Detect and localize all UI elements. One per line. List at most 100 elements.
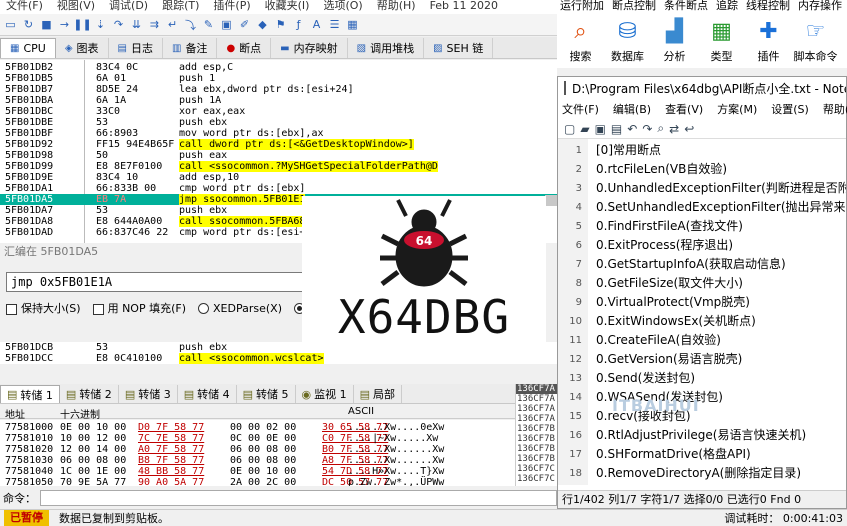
- disasm-row[interactable]: 5FB01D92 FF15 94E4B65F call dword ptr ds:[…: [0, 139, 557, 150]
- disasm-row[interactable]: 5FB01D9E 83C4 10 add esp,10: [0, 172, 557, 183]
- text-line[interactable]: 10 0.ExitWindowsEx(关机断点): [558, 312, 846, 331]
- tab-cpu[interactable]: ▦ CPU: [0, 38, 56, 58]
- stack-row[interactable]: 136CF7B: [516, 444, 557, 454]
- dump-tab[interactable]: ▤ 转储 1: [0, 385, 60, 403]
- calc-icon[interactable]: ▦: [345, 17, 360, 32]
- open-icon[interactable]: ▭: [3, 17, 18, 32]
- notepad-menu-item[interactable]: 方案(M): [717, 101, 757, 117]
- stack-row[interactable]: 136CF7C: [516, 474, 557, 484]
- stack-row[interactable]: 136CF7C: [516, 464, 557, 474]
- restart-icon[interactable]: ↻: [21, 17, 36, 32]
- dump-tab[interactable]: ▤ 转储 5: [237, 385, 296, 403]
- menu-item[interactable]: 插件(P): [213, 0, 250, 14]
- tab-log[interactable]: ▤ 日志: [109, 38, 163, 58]
- disasm-row[interactable]: 5FB01DBF 66:8903 mov word ptr ds:[ebx],ax: [0, 128, 557, 139]
- function-icon[interactable]: ƒ: [291, 17, 306, 32]
- tool-script[interactable]: ☞ 脚本命令: [792, 14, 839, 68]
- xedparse-radio[interactable]: XEDParse(X): [198, 302, 282, 315]
- dump-tab[interactable]: ◉ 监视 1: [296, 385, 354, 403]
- text-line[interactable]: 7 0.GetStartupInfoA(获取启动信息): [558, 255, 846, 274]
- dump-tab[interactable]: ▤ 转储 3: [119, 385, 178, 403]
- stack-row[interactable]: 136CF7A: [516, 384, 557, 394]
- dump-row[interactable]: 77581000 0E 00 10 00 D0 7F 58 77 00 00 02 0…: [0, 422, 515, 433]
- replace-icon[interactable]: ⇄: [669, 122, 679, 136]
- new-file-icon[interactable]: ▢: [564, 122, 575, 136]
- text-line[interactable]: 12 0.GetVersion(易语言脱壳): [558, 350, 846, 369]
- patch-icon[interactable]: ▣: [219, 17, 234, 32]
- comment-icon[interactable]: ✐: [237, 17, 252, 32]
- notepad-menu-item[interactable]: 帮助(H): [823, 101, 847, 117]
- stack-row[interactable]: 136CF7A: [516, 394, 557, 404]
- text-line[interactable]: 2 0.rtcFileLen(VB自效验): [558, 160, 846, 179]
- dump-row[interactable]: 77581020 12 00 14 00 A0 7F 58 77 06 00 08 0…: [0, 444, 515, 455]
- disasm-row[interactable]: 5FB01DCC E8 0C410100 call <ssocommon.wcslc…: [0, 353, 557, 364]
- dump-tab[interactable]: ▤ 转储 2: [60, 385, 119, 403]
- menu-item[interactable]: 选项(O): [323, 0, 362, 14]
- run-icon[interactable]: →: [57, 17, 72, 32]
- text-line[interactable]: 11 0.CreateFileA(自效验): [558, 331, 846, 350]
- disasm-row[interactable]: 5FB01DBA 6A 1A push 1A: [0, 95, 557, 106]
- tool-search[interactable]: ⌕ 搜索: [557, 14, 604, 68]
- dump-tab[interactable]: ▤ 转储 4: [178, 385, 237, 403]
- menu-item[interactable]: 帮助(H): [377, 0, 416, 14]
- tab-seh[interactable]: ▨ SEH 链: [424, 38, 494, 58]
- tab-notes[interactable]: ▥ 备注: [163, 38, 218, 58]
- scylla-icon[interactable]: ✎: [201, 17, 216, 32]
- disasm-row[interactable]: 5FB01DA1 66:833B 00 cmp word ptr ds:[ebx]: [0, 183, 557, 194]
- plugin-menu-item[interactable]: 线程控制: [746, 0, 790, 14]
- run-to-user-code-icon[interactable]: ⤵: [183, 17, 198, 32]
- text-line[interactable]: 14 0.WSASend(发送封包): [558, 388, 846, 407]
- plugin-menu-item[interactable]: 内存操作: [798, 0, 842, 14]
- label-icon[interactable]: ◆: [255, 17, 270, 32]
- text-line[interactable]: 8 0.GetFileSize(取文件大小): [558, 274, 846, 293]
- tool-type[interactable]: ▦ 类型: [698, 14, 745, 68]
- disasm-row[interactable]: 5FB01DB7 8D5E 24 lea ebx,dword ptr ds:[esi…: [0, 84, 557, 95]
- text-line[interactable]: 6 0.ExitProcess(程序退出): [558, 236, 846, 255]
- tool-database[interactable]: ⛁ 数据库: [604, 14, 651, 68]
- undo-icon[interactable]: ↶: [627, 122, 637, 136]
- text-line[interactable]: 3 0.UnhandledExceptionFilter(判断进程是否附加: [558, 179, 846, 198]
- text-line[interactable]: 1 [0]常用断点: [558, 141, 846, 160]
- menu-item[interactable]: 视图(V): [57, 0, 95, 14]
- disasm-row[interactable]: 5FB01D98 50 push eax: [0, 150, 557, 161]
- stack-row[interactable]: 136CF7B: [516, 434, 557, 444]
- nop-fill-checkbox[interactable]: 用 NOP 填充(F): [92, 300, 186, 316]
- dump-row[interactable]: 77581010 10 00 12 00 7C 7E 58 77 0C 00 0E 0…: [0, 433, 515, 444]
- stack-view[interactable]: 136CF7A 136CF7A 136CF7A 136CF7A 136CF7B 136CF…: [515, 384, 557, 486]
- open-folder-icon[interactable]: ▰: [580, 122, 589, 136]
- stack-row[interactable]: 136CF7B: [516, 454, 557, 464]
- execute-till-return-icon[interactable]: ↵: [165, 17, 180, 32]
- tab-memory[interactable]: ▬ 内存映射: [271, 38, 348, 58]
- notepad-menu-item[interactable]: 文件(F): [562, 101, 599, 117]
- menu-item[interactable]: 收藏夹(I): [265, 0, 310, 14]
- keep-size-checkbox[interactable]: 保持大小(S): [6, 300, 81, 316]
- pause-icon[interactable]: ❚❚: [73, 17, 91, 32]
- disasm-row[interactable]: 5FB01DBC 33C0 xor eax,eax: [0, 106, 557, 117]
- text-line[interactable]: 13 0.Send(发送封包): [558, 369, 846, 388]
- text-line[interactable]: 17 0.SHFormatDrive(格盘API): [558, 445, 846, 464]
- bookmark-icon[interactable]: ⚑: [273, 17, 288, 32]
- tool-analysis[interactable]: ▟ 分析: [651, 14, 698, 68]
- tool-plugin[interactable]: ✚ 插件: [745, 14, 792, 68]
- tab-graph[interactable]: ◈ 图表: [56, 38, 109, 58]
- tab-breakpoint[interactable]: ● 断点: [217, 38, 272, 58]
- notepad-menu-item[interactable]: 设置(S): [771, 101, 809, 117]
- strings-icon[interactable]: ☰: [327, 17, 342, 32]
- command-input[interactable]: [40, 490, 557, 506]
- word-wrap-icon[interactable]: ↩: [684, 122, 694, 136]
- stack-row[interactable]: 136CF7A: [516, 404, 557, 414]
- text-line[interactable]: 16 0.RtlAdjustPrivilege(易语言快速关机): [558, 426, 846, 445]
- stack-row[interactable]: 136CF7A: [516, 414, 557, 424]
- disasm-row[interactable]: 5FB01D99 E8 8E7F0100 call <ssocommon.?MySH…: [0, 161, 557, 172]
- disasm-row[interactable]: 5FB01DBE 53 push ebx: [0, 117, 557, 128]
- close-icon[interactable]: ■: [39, 17, 54, 32]
- tab-callstack[interactable]: ▧ 调用堆栈: [348, 38, 425, 58]
- disasm-row[interactable]: 5FB01DB2 83C4 0C add esp,C: [0, 62, 557, 73]
- notepad-editor[interactable]: 1 [0]常用断点 2 0.rtcFileLen(VB自效验) 3 0.Unhandled…: [558, 139, 846, 485]
- plugin-menu-item[interactable]: 运行附加: [560, 0, 604, 14]
- menu-item[interactable]: 跟踪(T): [162, 0, 199, 14]
- save-icon[interactable]: ▣: [595, 122, 606, 136]
- text-line[interactable]: 9 0.VirtualProtect(Vmp脱壳): [558, 293, 846, 312]
- font-icon[interactable]: A: [309, 17, 324, 32]
- step-into-icon[interactable]: ⇣: [93, 17, 108, 32]
